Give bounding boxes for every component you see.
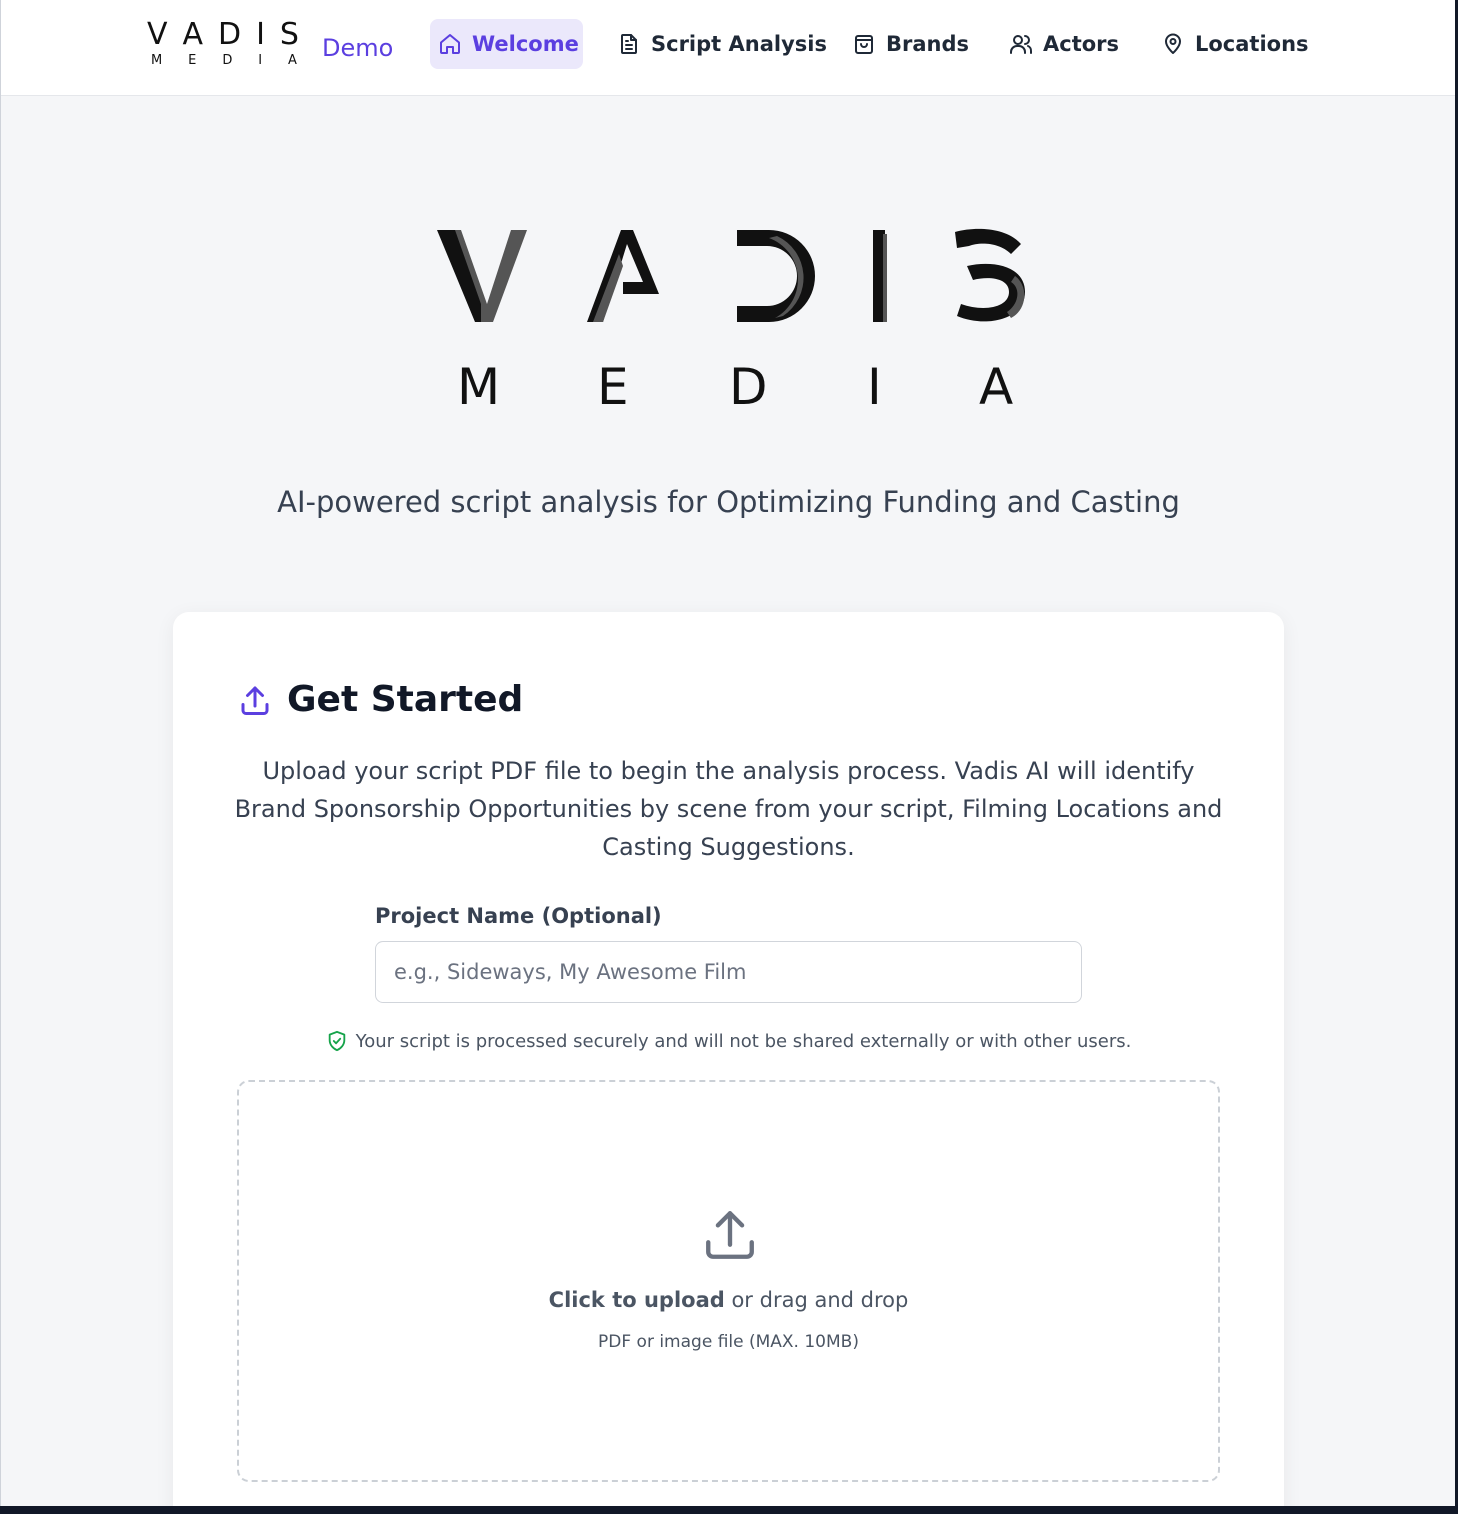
brand-letter: V xyxy=(147,17,168,52)
brand-letter: I xyxy=(256,17,265,52)
hero-logo-sub-letter: E xyxy=(597,358,629,412)
users-icon xyxy=(1010,35,1032,54)
shield-check-icon xyxy=(328,1030,345,1052)
brand-logo[interactable]: V A D I S M E D I A xyxy=(147,20,307,74)
nav-item-label: Actors xyxy=(1043,32,1120,56)
brand-sub-letter: A xyxy=(288,53,297,68)
app-window: V A D I S M E D I A Demo Welcome Script … xyxy=(0,0,1455,1506)
project-name-input[interactable] xyxy=(375,941,1082,1003)
hero-logo-sub-letter: D xyxy=(729,358,768,412)
file-upload-dropzone[interactable]: Click to upload or drag and drop PDF or … xyxy=(237,1080,1220,1482)
brand-sub-letter: E xyxy=(188,53,197,68)
project-name-label: Project Name (Optional) xyxy=(375,904,662,928)
brand-sub-letter: D xyxy=(222,53,233,68)
upload-instructions: Click to upload or drag and drop xyxy=(239,1288,1218,1312)
brand-letter: S xyxy=(279,17,299,52)
hero-logo-wordmark xyxy=(437,228,1025,322)
hero-logo-subtitle: M E D I A xyxy=(457,358,1013,412)
nav-item-actors[interactable]: Actors xyxy=(999,19,1129,69)
top-navigation-bar: V A D I S M E D I A Demo Welcome Script … xyxy=(1,0,1455,96)
nav-item-label: Welcome xyxy=(472,32,579,56)
brand-logo-subtitle: M E D I A xyxy=(151,54,297,68)
shopping-bag-icon xyxy=(855,35,873,54)
get-started-card: Get Started Upload your script PDF file … xyxy=(173,612,1284,1506)
nav-item-script-analysis[interactable]: Script Analysis xyxy=(607,19,837,69)
hero-tagline: AI-powered script analysis for Optimizin… xyxy=(277,485,1180,519)
hero-logo-sub-letter: M xyxy=(457,358,500,412)
hero-logo-letter xyxy=(955,228,1025,322)
brand-sub-letter: M xyxy=(151,53,163,68)
demo-badge: Demo xyxy=(322,34,394,62)
card-description: Upload your script PDF file to begin the… xyxy=(234,757,1223,861)
hero-logo-letter xyxy=(737,230,815,322)
hero-logo-letter xyxy=(587,230,659,322)
nav-item-welcome[interactable]: Welcome xyxy=(430,19,583,69)
hero-logo: M E D I A xyxy=(437,228,1025,412)
nav-item-label: Locations xyxy=(1195,32,1309,56)
nav-item-label: Script Analysis xyxy=(651,32,827,56)
drag-and-drop-text: or drag and drop xyxy=(724,1288,909,1312)
security-note-text: Your script is processed securely and wi… xyxy=(355,1030,1132,1052)
hero-logo-sub-letter: A xyxy=(979,358,1013,412)
card-heading: Get Started xyxy=(237,678,523,722)
nav-item-label: Brands xyxy=(886,32,970,56)
hero-logo-sub-letter: I xyxy=(867,358,882,412)
upload-file-limits: PDF or image file (MAX. 10MB) xyxy=(598,1332,859,1352)
map-pin-icon xyxy=(1165,33,1181,54)
brand-logo-wordmark: V A D I S xyxy=(147,20,299,50)
security-note: Your script is processed securely and wi… xyxy=(173,1030,1284,1052)
brand-letter: D xyxy=(218,17,242,52)
brand-letter: A xyxy=(182,17,204,52)
brand-sub-letter: I xyxy=(258,53,263,68)
click-to-upload-link[interactable]: Click to upload xyxy=(549,1288,725,1312)
nav-item-brands[interactable]: Brands xyxy=(842,19,979,69)
hero-logo-letter xyxy=(437,230,527,322)
upload-icon xyxy=(706,1211,754,1259)
hero-logo-letter xyxy=(873,230,887,322)
upload-icon xyxy=(241,686,269,715)
card-title: Get Started xyxy=(287,679,524,720)
nav-item-locations[interactable]: Locations xyxy=(1151,19,1319,69)
home-icon xyxy=(440,34,460,54)
document-icon xyxy=(621,34,637,54)
